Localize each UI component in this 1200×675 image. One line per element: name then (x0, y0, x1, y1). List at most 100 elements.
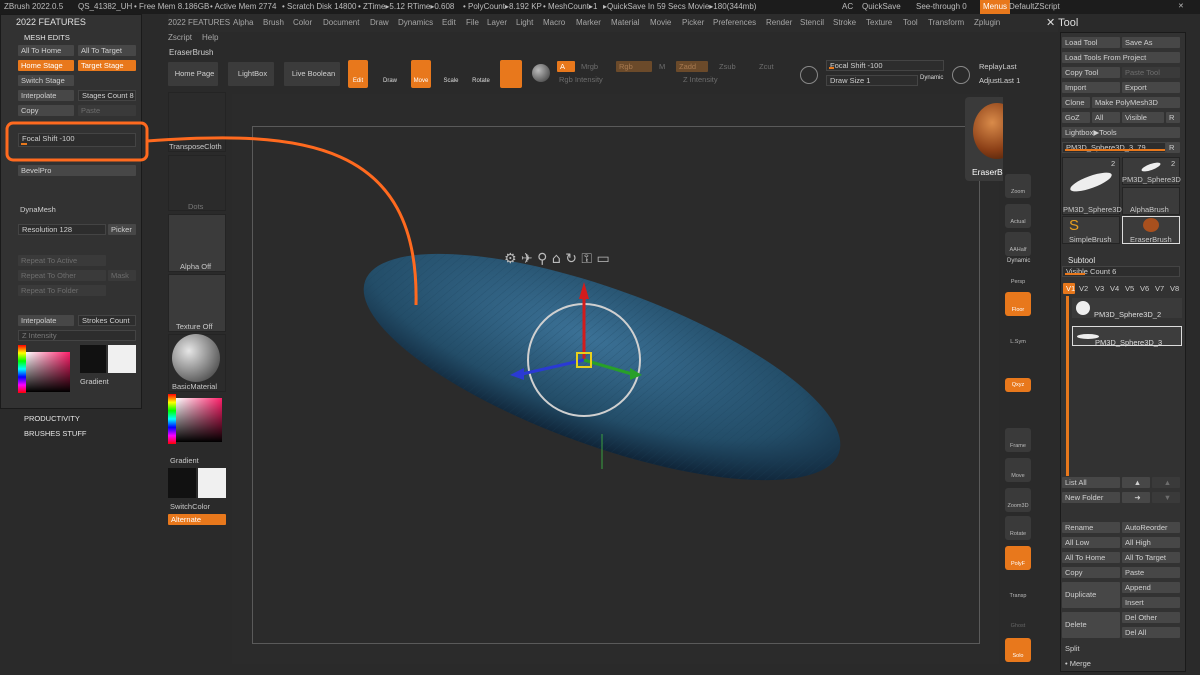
productivity-menu[interactable]: PRODUCTIVITY (24, 414, 80, 423)
a-button[interactable]: A (557, 61, 575, 72)
version-v5-button[interactable]: V5 (1125, 284, 1134, 293)
default-zscript[interactable]: DefaultZScript (1009, 0, 1060, 14)
menu-dynamics[interactable]: Dynamics (398, 18, 433, 27)
subtool-row[interactable]: PM3D_Sphere3D_2 (1072, 298, 1182, 319)
subtool-scrollbar[interactable] (1066, 296, 1069, 476)
version-v2-button[interactable]: V2 (1079, 284, 1088, 293)
menu-document[interactable]: Document (323, 18, 359, 27)
goz-button[interactable]: GoZ (1062, 112, 1090, 123)
qxyz-button[interactable]: Qxyz (1005, 378, 1031, 392)
version-v3-button[interactable]: V3 (1095, 284, 1104, 293)
arrow-up-alt-icon[interactable]: ▲ (1152, 477, 1180, 488)
repeat-to-folder-button[interactable]: Repeat To Folder (18, 285, 106, 296)
actual-button[interactable]: Actual (1005, 204, 1031, 228)
color-picker[interactable] (26, 352, 70, 392)
clone-button[interactable]: Clone (1062, 97, 1090, 108)
rotate-button[interactable]: Rotate (471, 60, 491, 88)
stages-count-slider[interactable]: Stages Count 8 (78, 90, 136, 101)
version-v1-button[interactable]: V1 (1063, 283, 1075, 294)
zoom-button[interactable]: Zoom (1005, 174, 1031, 198)
z-intensity-top-slider[interactable]: Z Intensity (680, 75, 790, 86)
menu-preferences[interactable]: Preferences (713, 18, 756, 27)
home-stage-button[interactable]: Home Stage (18, 60, 74, 71)
transp-button[interactable]: Transp (1005, 578, 1031, 602)
lightbox-tools-button[interactable]: Lightbox▶Tools (1062, 127, 1180, 138)
menu-zplugin[interactable]: Zplugin (974, 18, 1000, 27)
menu-render[interactable]: Render (766, 18, 792, 27)
brushes-stuff-menu[interactable]: BRUSHES STUFF (24, 429, 87, 438)
replay-last-button[interactable]: ReplayLast (976, 61, 1032, 72)
all-to-target-button[interactable]: All To Target (78, 45, 136, 56)
menu-alpha[interactable]: Alpha (233, 18, 253, 27)
zcut-button[interactable]: Zcut (756, 61, 786, 72)
material-sphere-icon[interactable] (532, 64, 550, 82)
subtool-all-to-home-button[interactable]: All To Home (1062, 552, 1120, 563)
copy-button[interactable]: Copy (18, 105, 74, 116)
current-tool-slider[interactable]: PM3D_Sphere3D_3. 79 (1062, 142, 1166, 153)
zsub-button[interactable]: Zsub (716, 61, 746, 72)
arrow-down-icon[interactable]: ▼ (1152, 492, 1180, 503)
repeat-to-other-button[interactable]: Repeat To Other (18, 270, 106, 281)
paste-tool-button[interactable]: Paste Tool (1122, 67, 1180, 78)
split-menu[interactable]: Split (1065, 644, 1080, 653)
solo-button[interactable]: Solo (1005, 638, 1031, 662)
shelf-primary-swatch[interactable] (168, 468, 196, 498)
menu-transform[interactable]: Transform (928, 18, 964, 27)
version-v4-button[interactable]: V4 (1110, 284, 1119, 293)
home-page-button[interactable]: Home Page (168, 62, 218, 86)
menu-edit[interactable]: Edit (442, 18, 456, 27)
arrow-right-icon[interactable]: ➜ (1122, 492, 1150, 503)
m-button[interactable]: M (656, 61, 670, 72)
menu-light[interactable]: Light (516, 18, 533, 27)
floor-button[interactable]: Floor (1005, 292, 1031, 316)
visible-button[interactable]: Visible (1122, 112, 1164, 123)
shelf-secondary-swatch[interactable] (198, 468, 226, 498)
focal-shift-top-slider[interactable]: Focal Shift -100 (826, 60, 944, 71)
interpolate-strokes-button[interactable]: Interpolate (18, 315, 74, 326)
menu-help[interactable]: Help (202, 33, 218, 42)
draw-button[interactable]: Draw (380, 60, 400, 88)
delete-button[interactable]: Delete (1062, 612, 1120, 638)
scale-button[interactable]: Scale (441, 60, 461, 88)
interpolate-button[interactable]: Interpolate (18, 90, 74, 101)
switch-stage-button[interactable]: Switch Stage (18, 75, 74, 86)
menu-tool[interactable]: Tool (903, 18, 918, 27)
subtool-row[interactable]: PM3D_Sphere3D_3 (1072, 326, 1182, 347)
del-all-button[interactable]: Del All (1122, 627, 1180, 638)
make-polymesh-button[interactable]: Make PolyMesh3D (1092, 97, 1180, 108)
load-tools-from-project-button[interactable]: Load Tools From Project (1062, 52, 1180, 63)
zadd-button[interactable]: Zadd (676, 61, 708, 72)
menu-brush[interactable]: Brush (263, 18, 284, 27)
export-button[interactable]: Export (1122, 82, 1180, 93)
picker-button[interactable]: Picker (108, 224, 136, 235)
paste-button[interactable]: Paste (78, 105, 136, 116)
gizmo-toolbar[interactable]: ⚙ ✈ ⚲ ⌂ ↻ ⚿ ▭ (504, 251, 610, 267)
menu-layer[interactable]: Layer (487, 18, 507, 27)
focal-shift-icon[interactable] (800, 66, 818, 84)
subtool-copy-button[interactable]: Copy (1062, 567, 1120, 578)
adjust-last-button[interactable]: AdjustLast 1 (976, 75, 1032, 86)
persp-button[interactable]: Persp (1005, 264, 1031, 288)
menu-material[interactable]: Material (611, 18, 639, 27)
visible-count-slider[interactable]: Visible Count 6 (1062, 266, 1180, 277)
version-v7-button[interactable]: V7 (1155, 284, 1164, 293)
repeat-to-active-button[interactable]: Repeat To Active (18, 255, 106, 266)
subtool-all-to-target-button[interactable]: All To Target (1122, 552, 1180, 563)
duplicate-button[interactable]: Duplicate (1062, 582, 1120, 608)
bevelpro-button[interactable]: BevelPro (18, 165, 136, 176)
menu-2022-features[interactable]: 2022 FEATURES (168, 18, 230, 27)
quicksave-button[interactable]: QuickSave (862, 0, 901, 14)
append-button[interactable]: Append (1122, 582, 1180, 593)
see-through-slider[interactable]: See-through 0 (916, 0, 967, 14)
menu-picker[interactable]: Picker (682, 18, 704, 27)
menu-stroke[interactable]: Stroke (833, 18, 856, 27)
ac-label[interactable]: AC (842, 0, 853, 14)
arrow-up-icon[interactable]: ▲ (1122, 477, 1150, 488)
target-stage-button[interactable]: Target Stage (78, 60, 136, 71)
switch-color-label[interactable]: SwitchColor (170, 502, 210, 511)
current-tool-r-button[interactable]: R (1166, 142, 1180, 153)
scene-svg[interactable]: ⚙ ✈ ⚲ ⌂ ↻ ⚿ ▭ (232, 94, 999, 664)
close-icon[interactable]: ✕ (1178, 0, 1184, 14)
copy-tool-button[interactable]: Copy Tool (1062, 67, 1120, 78)
menu-draw[interactable]: Draw (370, 18, 389, 27)
